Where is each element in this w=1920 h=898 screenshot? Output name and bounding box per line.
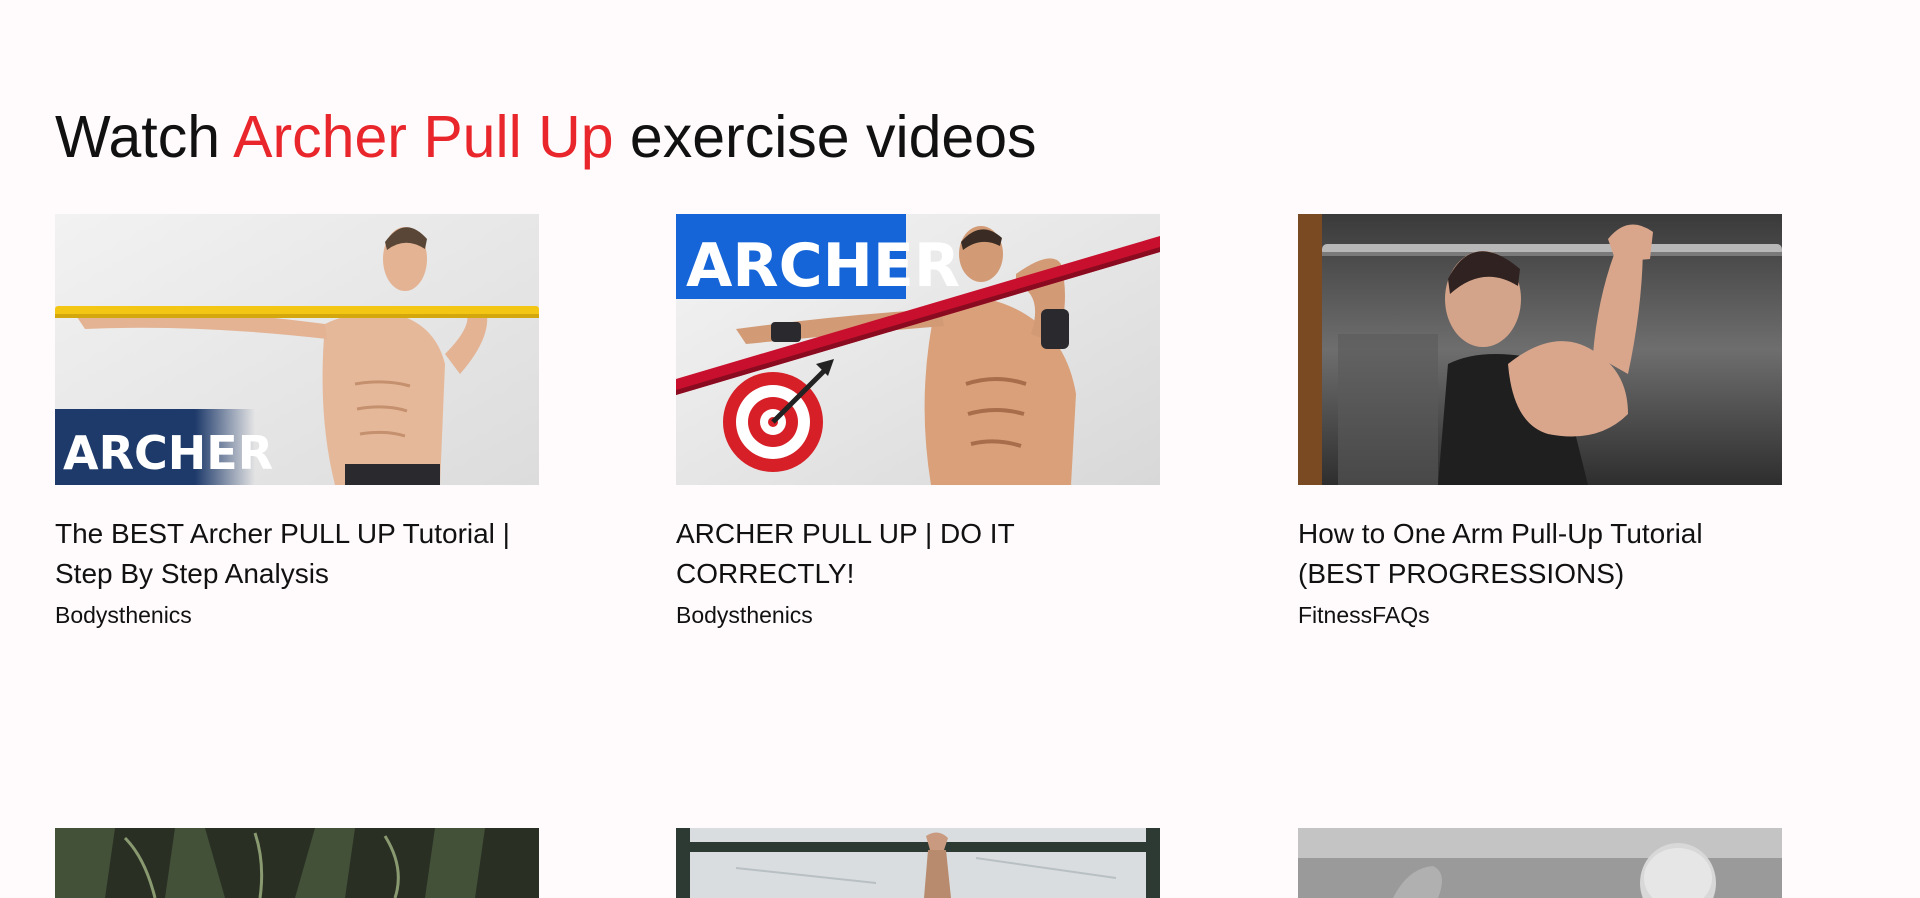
- section-heading: Watch Archer Pull Up exercise videos: [55, 100, 1037, 174]
- heading-prefix: Watch: [55, 104, 234, 170]
- thumbnail-badge-text-1: ARCHER: [63, 426, 273, 480]
- heading-exercise-name: Archer Pull Up: [233, 104, 614, 170]
- video-thumbnail-1[interactable]: ARCHER: [55, 214, 539, 485]
- thumbnail-image-3: [1298, 214, 1782, 485]
- thumbnail-image-1: ARCHER: [55, 214, 539, 485]
- video-title-2[interactable]: ARCHER PULL UP | DO IT CORRECTLY!: [676, 514, 1160, 594]
- video-thumbnail-6[interactable]: [1298, 828, 1782, 898]
- video-channel-1[interactable]: Bodysthenics: [55, 600, 192, 630]
- video-card-4[interactable]: [55, 828, 539, 898]
- video-thumbnail-4[interactable]: [55, 828, 539, 898]
- thumbnail-image-4: [55, 828, 539, 898]
- video-channel-3[interactable]: FitnessFAQs: [1298, 600, 1430, 630]
- video-card-6[interactable]: [1298, 828, 1782, 898]
- video-title-3[interactable]: How to One Arm Pull-Up Tutorial (BEST PR…: [1298, 514, 1782, 594]
- thumbnail-image-6: [1298, 828, 1782, 898]
- video-card-1[interactable]: ARCHER The BEST Archer PULL UP Tutorial …: [55, 214, 539, 628]
- thumbnail-image-5: [676, 828, 1160, 898]
- video-card-2[interactable]: ARCHER ARCHER PULL UP | DO IT CORRECTLY!…: [676, 214, 1160, 628]
- video-channel-2[interactable]: Bodysthenics: [676, 600, 813, 630]
- video-title-1[interactable]: The BEST Archer PULL UP Tutorial | Step …: [55, 514, 539, 594]
- video-thumbnail-5[interactable]: [676, 828, 1160, 898]
- thumbnail-badge-text-2: ARCHER: [686, 231, 960, 301]
- video-thumbnail-2[interactable]: ARCHER: [676, 214, 1160, 485]
- thumbnail-image-2: ARCHER: [676, 214, 1160, 485]
- video-thumbnail-3[interactable]: [1298, 214, 1782, 485]
- heading-suffix: exercise videos: [613, 104, 1037, 170]
- video-card-3[interactable]: How to One Arm Pull-Up Tutorial (BEST PR…: [1298, 214, 1782, 628]
- video-card-5[interactable]: [676, 828, 1160, 898]
